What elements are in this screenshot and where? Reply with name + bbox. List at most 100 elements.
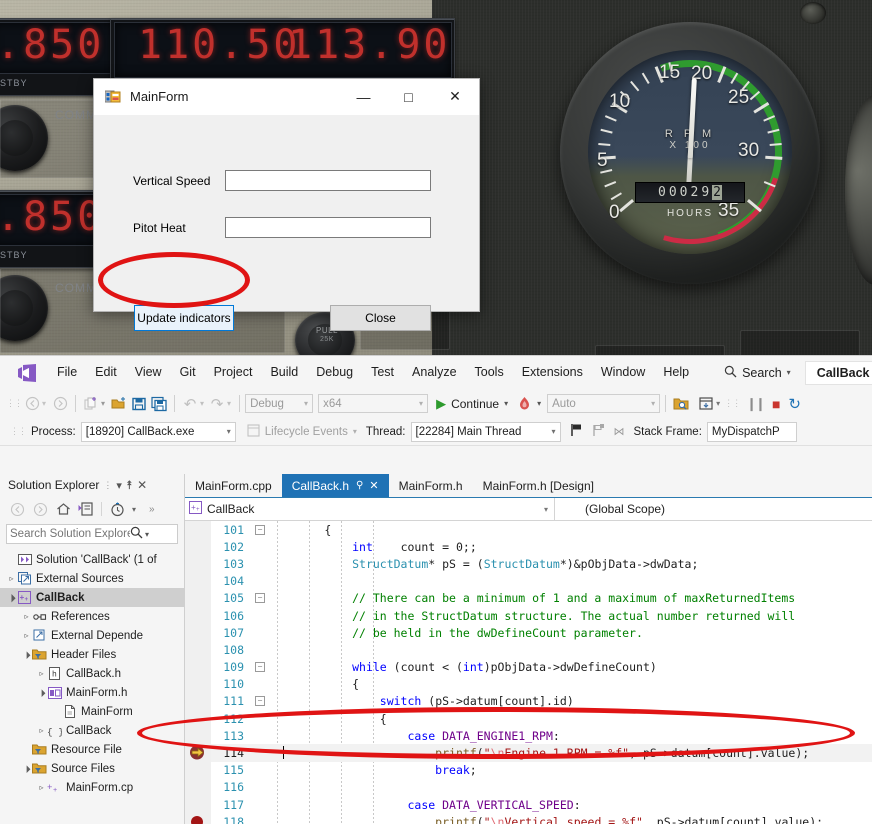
solution-tree-node[interactable]: ▹{ }CallBack [0,721,184,740]
debug-target-combo[interactable]: Auto ▾ [547,394,660,413]
maximize-button[interactable]: □ [386,80,431,114]
editor-glyph-margin[interactable] [185,676,211,693]
process-combo[interactable]: [18920] CallBack.exe ▾ [81,422,236,442]
save-all-icon[interactable] [149,394,169,414]
thread-combo[interactable]: [22284] Main Thread ▾ [411,422,561,442]
code-line[interactable]: 103 StructDatum* pS = (StructDatum*)&pOb… [185,555,872,572]
solution-tree-node[interactable]: ◢++CallBack [0,588,184,607]
collapse-region-icon[interactable]: − [251,525,269,535]
code-text[interactable]: int count = 0;; [269,540,477,554]
flag-icon[interactable] [570,423,583,440]
navigate-backward-icon[interactable] [22,394,42,414]
sync-with-active-document-icon[interactable] [78,501,94,517]
editor-glyph-margin[interactable] [185,555,211,572]
menu-analyze[interactable]: Analyze [403,356,465,389]
lifecycle-dropdown-icon[interactable]: ▾ [353,427,357,436]
code-text[interactable]: switch (pS->datum[count].id) [269,694,574,708]
restart-icon[interactable]: ↻ [788,395,801,413]
code-text[interactable]: break; [269,763,477,777]
editor-glyph-margin[interactable] [185,659,211,676]
code-line[interactable]: 110 { [185,676,872,693]
editor-glyph-margin[interactable] [185,693,211,710]
pin-icon[interactable]: ⯭ [126,478,133,493]
back-dropdown-icon[interactable]: ▾ [42,399,46,408]
mainform-titlebar[interactable]: MainForm — □ ✕ [94,79,479,115]
redo-dropdown-icon[interactable]: ▾ [227,399,231,408]
code-line[interactable]: 112 { [185,710,872,727]
editor-glyph-margin[interactable] [185,727,211,744]
chevron-down-icon[interactable]: ▾ [304,399,308,408]
expand-arrow-icon[interactable]: ▹ [36,783,47,792]
expand-arrow-icon[interactable]: ▹ [6,574,17,583]
code-line[interactable]: 109− while (count < (int)pObjData->dwDef… [185,659,872,676]
chevron-down-icon[interactable]: ▾ [544,505,548,514]
menu-debug[interactable]: Debug [307,356,362,389]
code-text[interactable]: // be held in the dwDefineCount paramete… [269,626,643,640]
minimize-button[interactable]: — [341,80,386,114]
editor-glyph-margin[interactable] [185,796,211,813]
solution-tree-node[interactable]: ◢Header Files [0,645,184,664]
code-text[interactable]: { [269,523,331,537]
code-text[interactable]: // There can be a minimum of 1 and a max… [269,591,795,605]
menu-tools[interactable]: Tools [466,356,513,389]
close-button[interactable]: Close [330,305,431,331]
mainform-dialog[interactable]: MainForm — □ ✕ Vertical Speed Pitot Heat… [93,78,480,312]
expand-arrow-icon[interactable]: ▹ [21,631,32,640]
editor-tab[interactable]: MainForm.cpp [185,474,282,497]
pending-changes-icon[interactable] [109,501,125,517]
find-in-files-icon[interactable] [671,394,691,414]
code-line[interactable]: 115 break; [185,762,872,779]
navbar-type-combo[interactable]: ++ CallBack ▾ [185,498,555,521]
code-line[interactable]: 116 [185,779,872,796]
solution-tree-node[interactable]: Solution 'CallBack' (1 of [0,550,184,569]
navbar-member-combo[interactable]: (Global Scope) [555,502,872,516]
code-text[interactable]: StructDatum* pS = (StructDatum*)&pObjDat… [269,557,698,571]
menu-file[interactable]: File [48,356,86,389]
code-text[interactable]: // in the StructDatum structure. The act… [269,609,795,623]
code-editor[interactable]: 101− {102 int count = 0;;103 StructDatum… [185,521,872,824]
editor-glyph-margin[interactable] [185,607,211,624]
solution-configuration-combo[interactable]: Debug ▾ [245,394,313,413]
drag-handle-icon[interactable]: ⋮ [103,480,112,491]
editor-glyph-margin[interactable] [185,573,211,590]
editor-glyph-margin[interactable] [185,710,211,727]
editor-glyph-margin[interactable] [185,762,211,779]
break-all-icon[interactable]: ❙❙ [746,396,764,412]
code-lines[interactable]: 101− {102 int count = 0;;103 StructDatum… [185,521,872,824]
undo-icon[interactable]: ↶ [180,394,200,414]
stack-frame-combo[interactable]: MyDispatchP [707,422,797,442]
editor-glyph-margin[interactable] [185,538,211,555]
solution-tree-node[interactable]: Resource File [0,740,184,759]
editor-glyph-margin[interactable] [185,813,211,824]
pin-icon[interactable]: ⚲ [356,480,363,491]
continue-button[interactable]: Continue [451,397,499,411]
update-indicators-button[interactable]: Update indicators [134,305,234,331]
search-input[interactable] [10,528,130,540]
menu-edit[interactable]: Edit [86,356,126,389]
code-line[interactable]: 107 // be held in the dwDefineCount para… [185,624,872,641]
editor-tab[interactable]: MainForm.h [389,474,473,497]
expand-arrow-icon[interactable]: ▹ [36,726,47,735]
back-icon[interactable] [9,501,25,517]
continue-dropdown-icon[interactable]: ▾ [504,399,508,408]
solution-tree-node[interactable]: ▹External Depende [0,626,184,645]
debugbar-grip[interactable]: ⋮⋮ [10,426,26,437]
continue-play-icon[interactable]: ▶ [436,396,446,412]
solution-platform-combo[interactable]: x64 ▾ [318,394,428,413]
search-box[interactable]: Search ▾ [724,365,791,381]
code-line[interactable]: 105− // There can be a minimum of 1 and … [185,590,872,607]
close-icon[interactable]: ✕ [137,478,147,492]
step-into-specific-icon[interactable] [696,394,716,414]
code-line[interactable]: 111− switch (pS->datum[count].id) [185,693,872,710]
collapse-region-icon[interactable]: − [251,696,269,706]
editor-glyph-margin[interactable] [185,590,211,607]
chevron-down-icon[interactable]: ▾ [419,399,423,408]
code-line[interactable]: 104 [185,573,872,590]
code-line[interactable]: 117 case DATA_VERTICAL_SPEED: [185,796,872,813]
menu-view[interactable]: View [126,356,171,389]
expand-arrow-icon[interactable]: ▹ [21,612,32,621]
toolbar-overflow-grip[interactable]: ⋮⋮ [724,398,740,409]
chevron-down-icon[interactable]: ▾ [787,368,791,377]
code-line[interactable]: 118 printf("\nVertical speed = %f", pS->… [185,813,872,824]
solution-explorer-search[interactable]: ▾ [6,524,178,544]
